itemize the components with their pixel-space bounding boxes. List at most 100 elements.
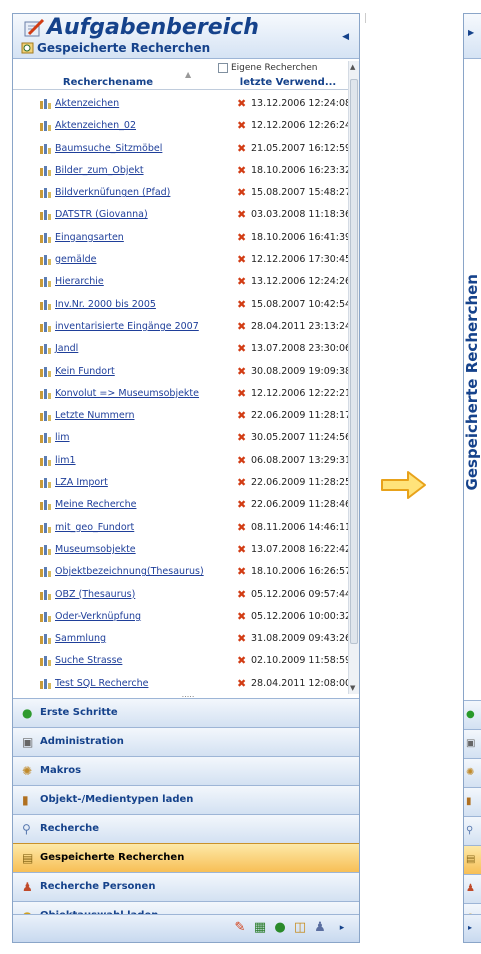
delete-icon[interactable]: ✖: [237, 677, 246, 690]
delete-icon[interactable]: ✖: [237, 632, 246, 645]
saved-search-link[interactable]: Baumsuche_Sitzmöbel: [55, 143, 162, 154]
list-item[interactable]: OBZ (Thesaurus) ✖ 05.12.2006 09:57:44: [13, 585, 348, 607]
saved-search-link[interactable]: gemälde: [55, 254, 96, 265]
saved-search-link[interactable]: OBZ (Thesaurus): [55, 589, 135, 600]
saved-search-link[interactable]: lim1: [55, 455, 76, 466]
list-item[interactable]: mit_geo_Fundort ✖ 08.11.2006 14:46:11: [13, 518, 348, 540]
nav-personen-icon[interactable]: ♟: [464, 874, 481, 903]
saved-search-link[interactable]: Kein Fundort: [55, 366, 115, 377]
overflow-chevron-icon[interactable]: ▸: [335, 921, 349, 935]
column-header-date[interactable]: letzte Verwend...: [228, 77, 348, 88]
list-item[interactable]: Jandl ✖ 13.07.2008 23:30:06: [13, 339, 348, 361]
delete-icon[interactable]: ✖: [237, 208, 246, 221]
own-searches-filter[interactable]: Eigene Recherchen: [218, 63, 318, 73]
nav-item[interactable]: ⚲ Recherche: [13, 814, 359, 843]
list-item[interactable]: Baumsuche_Sitzmöbel ✖ 21.05.2007 16:12:59: [13, 139, 348, 161]
delete-icon[interactable]: ✖: [237, 97, 246, 110]
delete-icon[interactable]: ✖: [237, 119, 246, 132]
nav-item[interactable]: ✺ Makros: [13, 756, 359, 785]
folder-icon[interactable]: ◫: [293, 921, 307, 935]
delete-icon[interactable]: ✖: [237, 365, 246, 378]
list-item[interactable]: lim1 ✖ 06.08.2007 13:29:31: [13, 451, 348, 473]
users-icon[interactable]: ♟: [313, 921, 327, 935]
nav-administration-icon[interactable]: ▣: [464, 729, 481, 758]
collapsed-footer-chevron-icon[interactable]: ▸: [464, 914, 481, 942]
list-item[interactable]: Oder-Verknüpfung ✖ 05.12.2006 10:00:32: [13, 607, 348, 629]
saved-search-link[interactable]: DATSTR (Giovanna): [55, 209, 148, 220]
list-item[interactable]: Hierarchie ✖ 13.12.2006 12:24:26: [13, 272, 348, 294]
saved-search-link[interactable]: Letzte Nummern: [55, 410, 135, 421]
saved-search-link[interactable]: Museumsobjekte: [55, 544, 136, 555]
list-item[interactable]: Eingangsarten ✖ 18.10.2006 16:41:39: [13, 228, 348, 250]
saved-search-link[interactable]: Suche Strasse: [55, 655, 122, 666]
delete-icon[interactable]: ✖: [237, 654, 246, 667]
list-item[interactable]: Test SQL Recherche ✖ 28.04.2011 12:08:00: [13, 674, 348, 692]
delete-icon[interactable]: ✖: [237, 476, 246, 489]
list-item[interactable]: Letzte Nummern ✖ 22.06.2009 11:28:17: [13, 406, 348, 428]
saved-search-link[interactable]: Objektbezeichnung(Thesaurus): [55, 566, 204, 577]
own-searches-checkbox[interactable]: [218, 63, 228, 73]
nav-makros-icon[interactable]: ✺: [464, 758, 481, 787]
list-item[interactable]: Bilder_zum_Objekt ✖ 18.10.2006 16:23:32: [13, 161, 348, 183]
list-item[interactable]: Sammlung ✖ 31.08.2009 09:43:26: [13, 629, 348, 651]
delete-icon[interactable]: ✖: [237, 142, 246, 155]
nav-item[interactable]: ♟ Recherche Personen: [13, 872, 359, 901]
saved-search-link[interactable]: Sammlung: [55, 633, 106, 644]
list-item[interactable]: inventarisierte Eingänge 2007 ✖ 28.04.2011…: [13, 317, 348, 339]
list-item[interactable]: Bildverknüfungen (Pfad) ✖ 15.08.2007 15:48…: [13, 183, 348, 205]
saved-search-link[interactable]: Hierarchie: [55, 276, 104, 287]
list-item[interactable]: Objektbezeichnung(Thesaurus) ✖ 18.10.2006 …: [13, 562, 348, 584]
list-item[interactable]: Aktenzeichen ✖ 13.12.2006 12:24:08: [13, 94, 348, 116]
list-item[interactable]: Inv.Nr. 2000 bis 2005 ✖ 15.08.2007 10:42:5…: [13, 295, 348, 317]
saved-search-link[interactable]: Eingangsarten: [55, 232, 124, 243]
saved-search-link[interactable]: LZA Import: [55, 477, 108, 488]
delete-icon[interactable]: ✖: [237, 588, 246, 601]
nav-objekttypen-icon[interactable]: ▮: [464, 787, 481, 816]
nav-recherche-icon[interactable]: ⚲: [464, 816, 481, 845]
expand-button[interactable]: ▶: [464, 14, 481, 59]
nav-item[interactable]: ▤ Gespeicherte Recherchen: [13, 843, 359, 872]
saved-search-link[interactable]: mit_geo_Fundort: [55, 522, 134, 533]
delete-icon[interactable]: ✖: [237, 454, 246, 467]
list-item[interactable]: LZA Import ✖ 22.06.2009 11:28:25: [13, 473, 348, 495]
saved-search-link[interactable]: Aktenzeichen: [55, 98, 119, 109]
delete-icon[interactable]: ✖: [237, 298, 246, 311]
delete-icon[interactable]: ✖: [237, 431, 246, 444]
delete-icon[interactable]: ✖: [237, 275, 246, 288]
scrollbar-thumb[interactable]: [350, 79, 358, 644]
nav-item[interactable]: ▣ Administration: [13, 727, 359, 756]
delete-icon[interactable]: ✖: [237, 320, 246, 333]
column-header-name[interactable]: Recherchename: [13, 77, 203, 88]
saved-search-link[interactable]: Konvolut => Museumsobjekte: [55, 388, 199, 399]
saved-search-link[interactable]: inventarisierte Eingänge 2007: [55, 321, 199, 332]
delete-icon[interactable]: ✖: [237, 521, 246, 534]
delete-icon[interactable]: ✖: [237, 387, 246, 400]
list-item[interactable]: Kein Fundort ✖ 30.08.2009 19:09:38: [13, 362, 348, 384]
globe-icon[interactable]: ●: [273, 921, 287, 935]
nav-erste-schritte-icon[interactable]: ●: [464, 700, 481, 729]
delete-icon[interactable]: ✖: [237, 565, 246, 578]
list-item[interactable]: Museumsobjekte ✖ 13.07.2008 16:22:42: [13, 540, 348, 562]
scroll-down-icon[interactable]: ▼: [350, 684, 355, 692]
list-item[interactable]: Konvolut => Museumsobjekte ✖ 12.12.2006 12…: [13, 384, 348, 406]
delete-icon[interactable]: ✖: [237, 164, 246, 177]
collapse-button[interactable]: ◀: [342, 32, 349, 42]
delete-icon[interactable]: ✖: [237, 409, 246, 422]
scroll-up-icon[interactable]: ▲: [350, 63, 355, 71]
delete-icon[interactable]: ✖: [237, 253, 246, 266]
saved-search-link[interactable]: Test SQL Recherche: [55, 678, 148, 689]
delete-icon[interactable]: ✖: [237, 186, 246, 199]
delete-icon[interactable]: ✖: [237, 543, 246, 556]
chart-icon[interactable]: ▦: [253, 921, 267, 935]
list-item[interactable]: Meine Recherche ✖ 22.06.2009 11:28:46: [13, 495, 348, 517]
saved-search-link[interactable]: Bildverknüfungen (Pfad): [55, 187, 170, 198]
saved-search-link[interactable]: Oder-Verknüpfung: [55, 611, 141, 622]
saved-search-link[interactable]: lim: [55, 432, 70, 443]
list-item[interactable]: DATSTR (Giovanna) ✖ 03.03.2008 11:18:36: [13, 205, 348, 227]
saved-search-link[interactable]: Jandl: [55, 343, 78, 354]
nav-item[interactable]: ● Erste Schritte: [13, 698, 359, 727]
list-item[interactable]: Suche Strasse ✖ 02.10.2009 11:58:59: [13, 651, 348, 673]
pencil-icon[interactable]: ✎: [233, 921, 247, 935]
saved-search-link[interactable]: Bilder_zum_Objekt: [55, 165, 144, 176]
nav-item[interactable]: ▮ Objekt-/Medientypen laden: [13, 785, 359, 814]
